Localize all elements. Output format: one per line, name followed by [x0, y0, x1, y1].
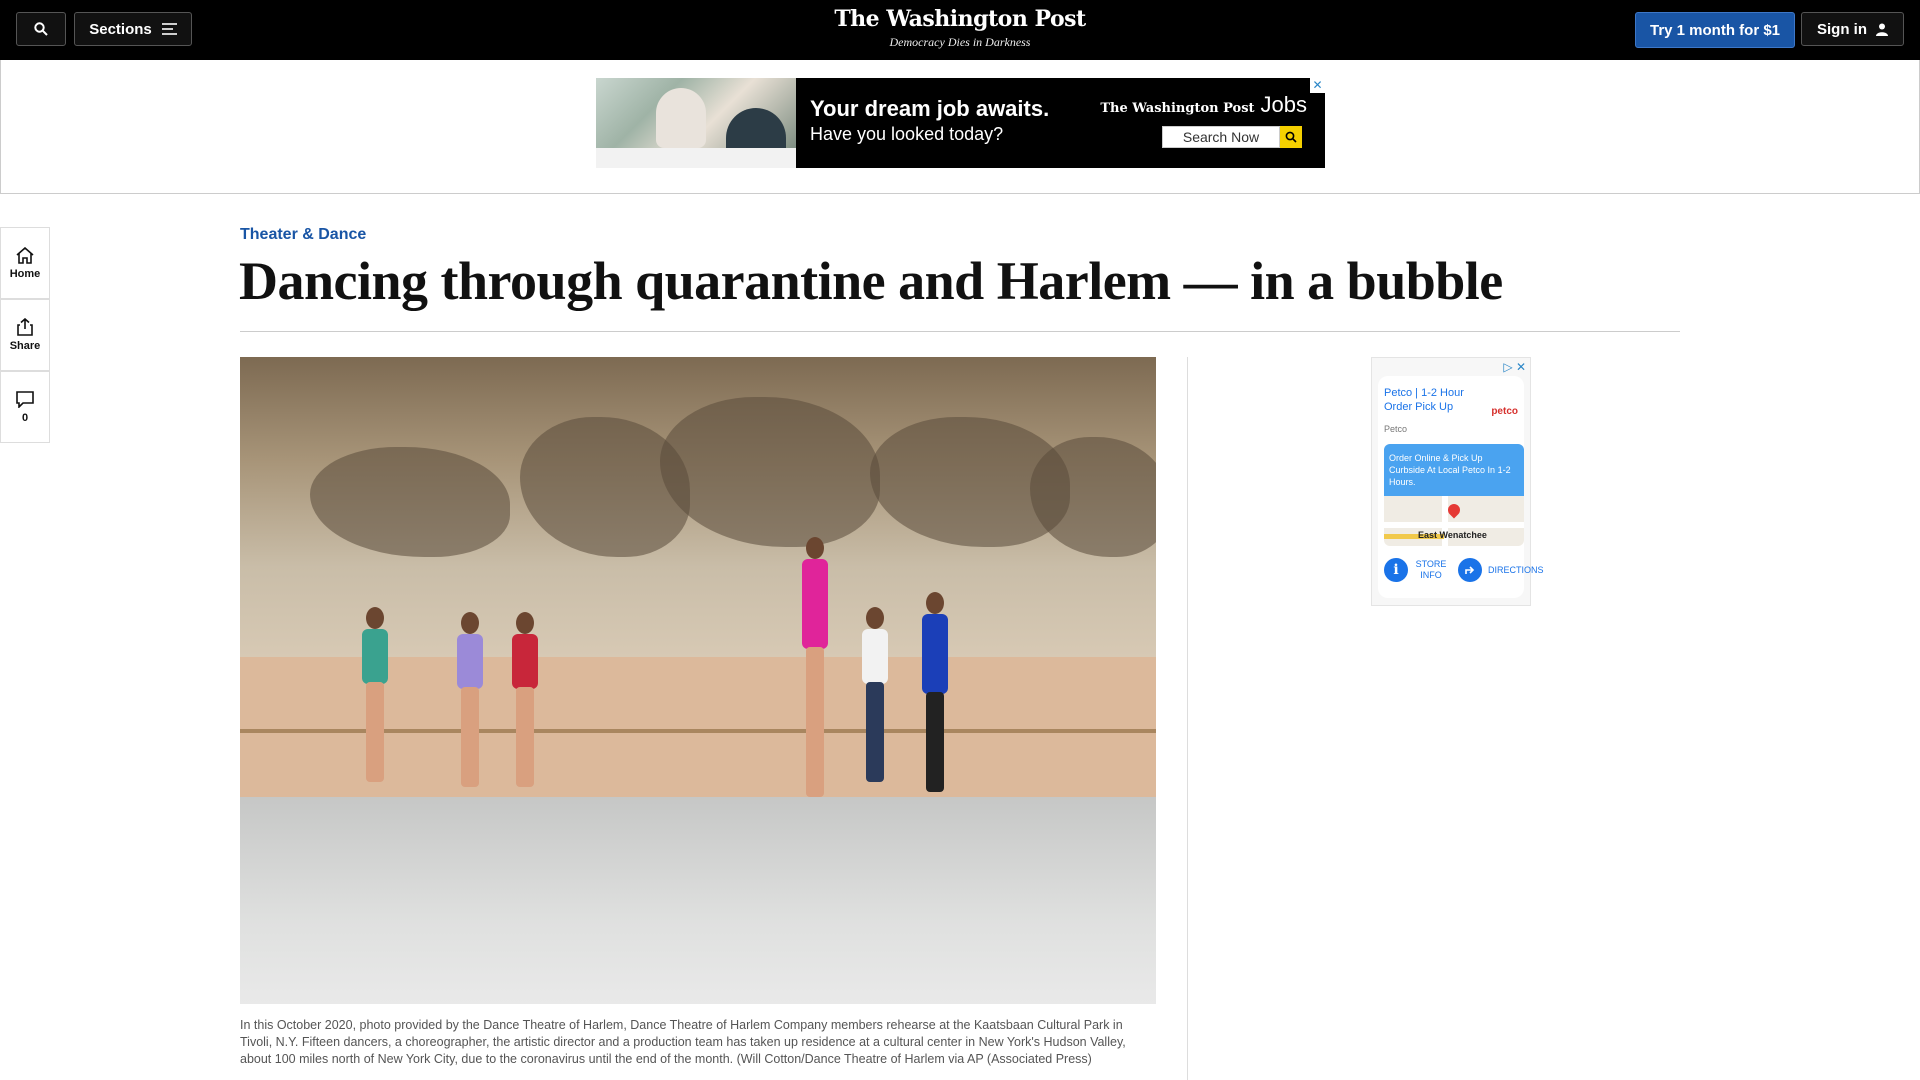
- jobs-ad-brand-suffix: Jobs: [1260, 92, 1307, 117]
- top-nav: Sections The Washington Post Democracy D…: [0, 0, 1920, 60]
- side-ad-title[interactable]: Petco | 1-2 Hour Order Pick Up: [1384, 386, 1474, 414]
- sections-label: Sections: [89, 20, 152, 38]
- side-ad-logo: petco: [1491, 406, 1518, 417]
- jobs-ad-brand: The Washington Post Jobs: [1100, 92, 1307, 118]
- rail-home-label: Home: [9, 267, 41, 280]
- photo-dancer: [455, 612, 485, 792]
- photo-dancer: [510, 612, 540, 792]
- map-pin-icon: [1445, 501, 1463, 519]
- jobs-ad-headline: Your dream job awaits.: [810, 96, 1050, 121]
- photo-dancer: [800, 537, 830, 807]
- jobs-ad-search-button[interactable]: Search Now: [1162, 126, 1280, 148]
- column-divider: [1187, 357, 1188, 1080]
- rail-comments-count: 0: [21, 411, 29, 424]
- jobs-ad-photo: [596, 78, 796, 168]
- headline-divider: [240, 331, 1680, 332]
- site-logo[interactable]: The Washington Post: [810, 6, 1110, 32]
- user-icon: [1876, 23, 1888, 36]
- photo-dancer: [360, 607, 390, 787]
- store-info-button[interactable]: i STORE INFO: [1384, 558, 1448, 582]
- jobs-ad-brand-logo: The Washington Post: [1100, 101, 1255, 116]
- side-ad[interactable]: ▷ ✕ Petco | 1-2 Hour Order Pick Up petco…: [1371, 357, 1544, 606]
- directions-label: DIRECTIONS: [1488, 565, 1544, 575]
- jobs-ad[interactable]: Your dream job awaits. Have you looked t…: [596, 78, 1325, 168]
- photo-floor: [240, 797, 1156, 1004]
- search-icon: [34, 22, 48, 36]
- comment-icon: [16, 390, 34, 408]
- photo-dancer: [860, 607, 890, 787]
- side-ad-map-label: East Wenatchee: [1418, 530, 1487, 540]
- site-tagline: Democracy Dies in Darkness: [889, 35, 1031, 49]
- side-ad-promo: Order Online & Pick Up Curbside At Local…: [1384, 444, 1524, 496]
- side-ad-card: Petco | 1-2 Hour Order Pick Up petco Pet…: [1378, 376, 1544, 598]
- menu-icon: [161, 23, 177, 35]
- sections-button[interactable]: Sections: [74, 12, 192, 46]
- jobs-ad-subline: Have you looked today?: [810, 124, 1004, 144]
- side-ad-map[interactable]: Order Online & Pick Up Curbside At Local…: [1384, 444, 1524, 546]
- photo-caption: In this October 2020, photo provided by …: [240, 1018, 1126, 1066]
- directions-button[interactable]: DIRECTIONS: [1458, 558, 1544, 582]
- sign-in-button[interactable]: Sign in: [1801, 12, 1904, 46]
- article-headline: Dancing through quarantine and Harlem — …: [239, 251, 1503, 311]
- share-icon: [17, 318, 33, 336]
- search-icon: [1285, 131, 1297, 143]
- directions-icon: [1458, 558, 1482, 582]
- side-ad-source: Petco: [1384, 424, 1408, 434]
- info-icon: i: [1384, 558, 1408, 582]
- search-button[interactable]: [16, 12, 66, 46]
- adchoices-icon[interactable]: ▷ ✕: [1503, 360, 1526, 374]
- rail-comments-button[interactable]: 0: [0, 371, 50, 443]
- top-ad-band: Your dream job awaits. Have you looked t…: [0, 60, 1920, 194]
- store-info-label: STORE INFO: [1415, 559, 1447, 580]
- brand-block: The Washington Post Democracy Dies in Da…: [810, 6, 1110, 50]
- sign-in-label: Sign in: [1817, 20, 1867, 38]
- jobs-ad-go-button[interactable]: [1280, 126, 1302, 148]
- rail-home-button[interactable]: Home: [0, 227, 50, 299]
- rail-share-button[interactable]: Share: [0, 299, 50, 371]
- subscribe-button[interactable]: Try 1 month for $1: [1635, 12, 1795, 48]
- lead-photo[interactable]: [240, 357, 1156, 1004]
- photo-dancer: [920, 592, 950, 792]
- home-icon: [16, 246, 34, 264]
- rail-share-label: Share: [9, 340, 41, 352]
- ad-close-icon[interactable]: ✕: [1310, 78, 1325, 93]
- article-kicker[interactable]: Theater & Dance: [240, 226, 366, 244]
